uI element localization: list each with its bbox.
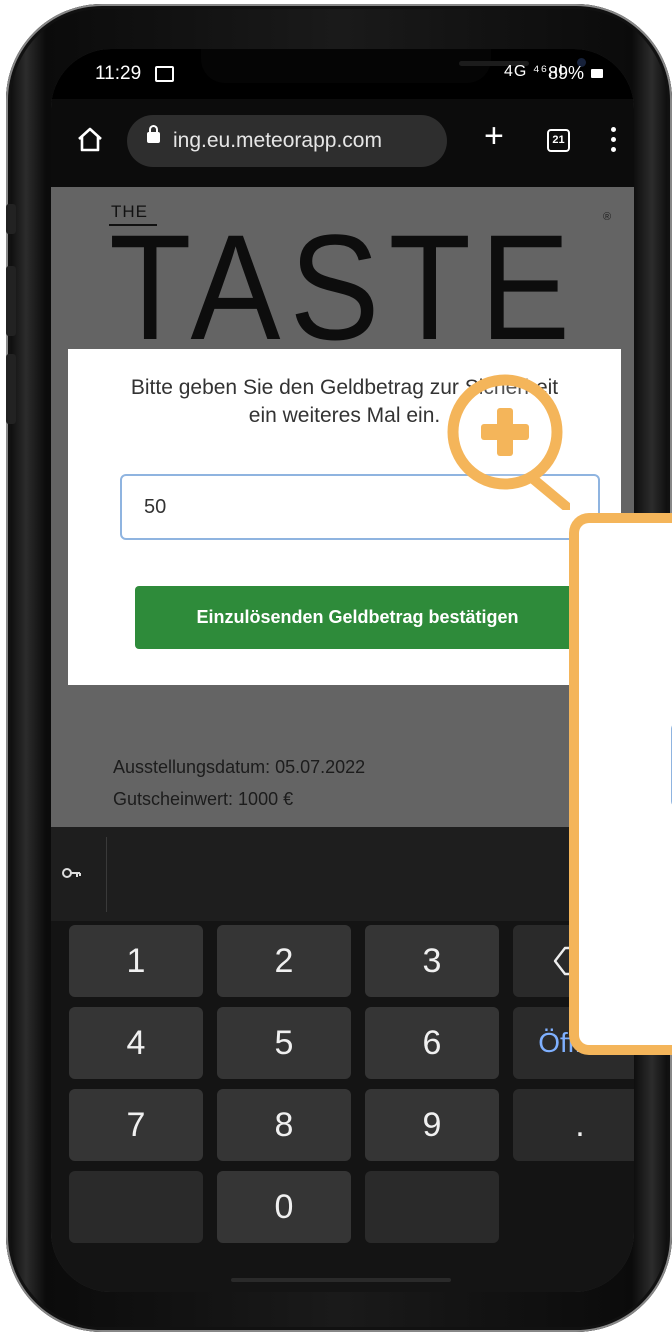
status-time: 11:29 bbox=[95, 63, 142, 84]
password-key-icon[interactable] bbox=[61, 863, 81, 883]
keyboard-suggestion-bar bbox=[51, 827, 634, 921]
blank-key-left bbox=[69, 1171, 203, 1243]
magnifier-plus-icon bbox=[447, 374, 570, 510]
key-1[interactable]: 1 bbox=[69, 925, 203, 997]
suggestion-divider bbox=[106, 837, 107, 912]
confirm-amount-button[interactable]: Einzulösenden Geldbetrag bestätigen bbox=[135, 586, 580, 649]
notch bbox=[201, 49, 586, 83]
key-7[interactable]: 7 bbox=[69, 1089, 203, 1161]
more-menu-icon[interactable] bbox=[611, 127, 617, 153]
tab-switcher-button[interactable]: 21 bbox=[547, 129, 570, 152]
address-bar[interactable]: ing.eu.meteorapp.com bbox=[127, 115, 447, 167]
key-5[interactable]: 5 bbox=[217, 1007, 351, 1079]
key-0[interactable]: 0 bbox=[217, 1171, 351, 1243]
registered-mark: ® bbox=[603, 211, 612, 223]
numeric-keyboard: 1 2 3 4 5 6 Öffnen 7 8 9 . 0 bbox=[51, 921, 634, 1292]
issue-date: Ausstellungsdatum: 05.07.2022 bbox=[113, 757, 366, 777]
status-bar: 11:29 4G ⁴⁶.ıl 89% bbox=[51, 49, 634, 99]
volume-up-button bbox=[6, 266, 16, 336]
key-3[interactable]: 3 bbox=[365, 925, 499, 997]
gallery-notification-icon bbox=[155, 66, 174, 82]
url-text: ing.eu.meteorapp.com bbox=[173, 129, 382, 152]
decimal-key[interactable]: . bbox=[513, 1089, 634, 1161]
phone-screen: 11:29 4G ⁴⁶.ıl 89% ing.eu.meteorapp.com … bbox=[51, 49, 634, 1292]
new-tab-button[interactable]: + bbox=[484, 119, 504, 153]
battery-icon bbox=[591, 69, 603, 78]
battery-level: 89% bbox=[548, 63, 585, 83]
key-4[interactable]: 4 bbox=[69, 1007, 203, 1079]
logo-wordmark: TASTE bbox=[109, 203, 580, 371]
mute-switch bbox=[6, 204, 16, 234]
blank-key-right bbox=[365, 1171, 499, 1243]
home-indicator bbox=[231, 1278, 451, 1282]
home-icon[interactable] bbox=[75, 124, 105, 154]
browser-toolbar: ing.eu.meteorapp.com + 21 bbox=[51, 99, 634, 187]
key-6[interactable]: 6 bbox=[365, 1007, 499, 1079]
volume-down-button bbox=[6, 354, 16, 424]
lock-icon bbox=[147, 125, 160, 143]
zoom-callout-panel bbox=[569, 513, 672, 1055]
voucher-value: Gutscheinwert: 1000 € bbox=[113, 789, 294, 809]
key-9[interactable]: 9 bbox=[365, 1089, 499, 1161]
key-8[interactable]: 8 bbox=[217, 1089, 351, 1161]
key-2[interactable]: 2 bbox=[217, 925, 351, 997]
